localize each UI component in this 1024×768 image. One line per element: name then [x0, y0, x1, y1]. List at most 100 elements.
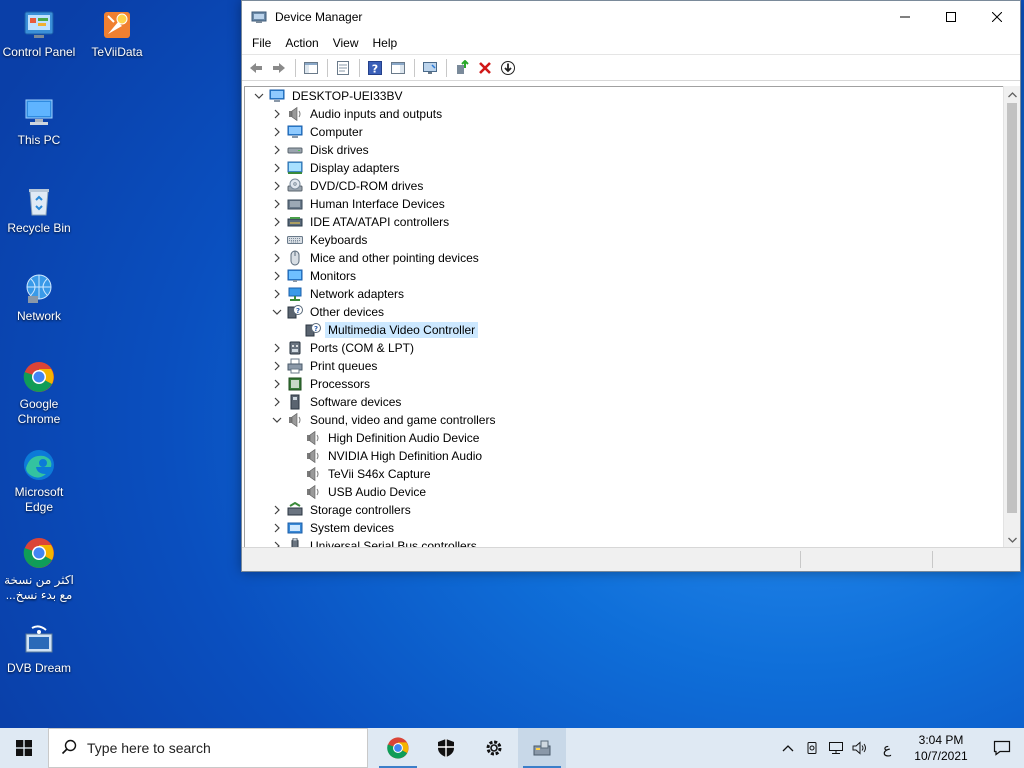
desktop-icon-teviidata[interactable]: TeViiData: [79, 8, 155, 60]
taskbar-chrome-button[interactable]: [374, 728, 422, 768]
tree-expander[interactable]: [269, 177, 285, 195]
chevron-right-icon: [274, 181, 280, 191]
tree-category-network-adapters[interactable]: Network adapters: [269, 285, 407, 303]
tree-item-label: USB Audio Device: [328, 485, 427, 499]
taskbar-search-box[interactable]: Type here to search: [48, 728, 368, 768]
search-placeholder: Type here to search: [87, 740, 211, 756]
properties-button[interactable]: [332, 57, 354, 79]
tree-root-computer[interactable]: DESKTOP-UEI33BV: [251, 87, 405, 105]
forward-button[interactable]: [268, 57, 290, 79]
monitor-scan-icon: [423, 61, 437, 74]
close-button[interactable]: [974, 1, 1020, 32]
taskbar-device-manager-button[interactable]: [518, 728, 566, 768]
back-button[interactable]: [245, 57, 267, 79]
taskbar-clock[interactable]: 3:04 PM 10/7/2021: [902, 732, 980, 764]
tray-volume-button[interactable]: [848, 728, 872, 768]
tray-usb-device-button[interactable]: [800, 728, 824, 768]
help-button[interactable]: ?: [364, 57, 386, 79]
tray-network-button[interactable]: [824, 728, 848, 768]
tree-device-nvidia-high-definition-audio[interactable]: NVIDIA High Definition Audio: [303, 447, 485, 465]
tree-expander[interactable]: [269, 249, 285, 267]
menu-view[interactable]: View: [326, 36, 366, 50]
storage-controller-icon: [287, 501, 303, 518]
vertical-scrollbar[interactable]: [1003, 86, 1020, 548]
tree-item-label: TeVii S46x Capture: [328, 467, 431, 481]
computer-icon: [269, 88, 285, 104]
menu-action[interactable]: Action: [278, 36, 325, 50]
taskbar-security-button[interactable]: [422, 728, 470, 768]
tree-expander[interactable]: [269, 141, 285, 159]
tree-expander[interactable]: [269, 393, 285, 411]
scroll-down-button[interactable]: [1004, 531, 1020, 548]
start-button[interactable]: [0, 728, 48, 768]
tree-category-dvd-cd-rom-drives[interactable]: DVD/CD-ROM drives: [269, 177, 426, 195]
uninstall-device-button[interactable]: [474, 57, 496, 79]
maximize-button[interactable]: [928, 1, 974, 32]
windows-logo-icon: [16, 740, 32, 756]
desktop-icon-network[interactable]: Network: [1, 272, 77, 324]
tree-device-usb-audio-device[interactable]: USB Audio Device: [303, 483, 429, 501]
tree-category-ports-com-lpt[interactable]: Ports (COM & LPT): [269, 339, 417, 357]
tree-category-other-devices[interactable]: ? Other devices: [269, 303, 387, 321]
menu-file[interactable]: File: [245, 36, 278, 50]
device-manager-app-icon: [251, 9, 267, 25]
tree-expander[interactable]: [269, 375, 285, 393]
taskbar-settings-button[interactable]: [470, 728, 518, 768]
desktop-icon-microsoft-edge[interactable]: Microsoft Edge: [1, 448, 77, 515]
tree-category-ide-ata-atapi-controllers[interactable]: IDE ATA/ATAPI controllers: [269, 213, 452, 231]
tree-expander[interactable]: [269, 411, 285, 429]
tree-expander[interactable]: [269, 357, 285, 375]
tree-expander[interactable]: [269, 519, 285, 537]
update-driver-button[interactable]: [451, 57, 473, 79]
tree-device-high-definition-audio-device[interactable]: High Definition Audio Device: [303, 429, 482, 447]
tree-category-system-devices[interactable]: System devices: [269, 519, 397, 537]
tree-category-audio-inputs-and-outputs[interactable]: Audio inputs and outputs: [269, 105, 445, 123]
tree-expander[interactable]: [269, 339, 285, 357]
scroll-up-button[interactable]: [1004, 86, 1020, 103]
tree-expander[interactable]: [269, 285, 285, 303]
disable-device-button[interactable]: [497, 57, 519, 79]
chevron-up-icon: [1007, 91, 1017, 97]
desktop-icon-chrome-shortcut[interactable]: اكثر من نسخة مع بدء نسخ...: [1, 536, 77, 603]
tree-expander[interactable]: [269, 267, 285, 285]
tree-expander[interactable]: [269, 123, 285, 141]
tree-device-tevii-s46x-capture[interactable]: TeVii S46x Capture: [303, 465, 434, 483]
desktop-icon-this-pc[interactable]: This PC: [1, 96, 77, 148]
tree-expander[interactable]: [269, 303, 285, 321]
tree-expander[interactable]: [269, 231, 285, 249]
tree-expander[interactable]: [269, 213, 285, 231]
tree-category-display-adapters[interactable]: Display adapters: [269, 159, 402, 177]
input-language-indicator[interactable]: ع: [872, 728, 902, 768]
tree-category-disk-drives[interactable]: Disk drives: [269, 141, 372, 159]
menu-help[interactable]: Help: [366, 36, 405, 50]
tree-category-mice-and-other-pointing-devices[interactable]: Mice and other pointing devices: [269, 249, 482, 267]
system-tray: ع 3:04 PM 10/7/2021: [776, 728, 1024, 768]
tree-expander[interactable]: [269, 105, 285, 123]
tree-expander[interactable]: [269, 195, 285, 213]
title-bar[interactable]: Device Manager: [242, 1, 1020, 32]
desktop-icon-dvb-dream[interactable]: DVB Dream: [1, 624, 77, 676]
tree-category-print-queues[interactable]: Print queues: [269, 357, 380, 375]
action-pane-button[interactable]: [387, 57, 409, 79]
desktop-icon-control-panel[interactable]: Control Panel: [1, 8, 77, 60]
desktop-icon-recycle-bin[interactable]: Recycle Bin: [1, 184, 77, 236]
action-center-button[interactable]: [980, 728, 1024, 768]
tree-expander[interactable]: [269, 501, 285, 519]
tree-category-processors[interactable]: Processors: [269, 375, 373, 393]
tree-category-human-interface-devices[interactable]: Human Interface Devices: [269, 195, 448, 213]
tree-expander[interactable]: [269, 159, 285, 177]
tree-category-monitors[interactable]: Monitors: [269, 267, 359, 285]
tree-device-multimedia-video-controller[interactable]: ? Multimedia Video Controller: [303, 321, 479, 339]
tree-category-software-devices[interactable]: Software devices: [269, 393, 404, 411]
tree-category-computer[interactable]: Computer: [269, 123, 366, 141]
tree-category-keyboards[interactable]: Keyboards: [269, 231, 370, 249]
desktop-icon-google-chrome[interactable]: Google Chrome: [1, 360, 77, 427]
minimize-button[interactable]: [882, 1, 928, 32]
scan-hardware-changes-button[interactable]: [419, 57, 441, 79]
tree-category-sound-video-and-game-controllers[interactable]: Sound, video and game controllers: [269, 411, 498, 429]
tree-category-storage-controllers[interactable]: Storage controllers: [269, 501, 414, 519]
show-hidden-icons-button[interactable]: [776, 728, 800, 768]
scroll-thumb[interactable]: [1007, 103, 1017, 513]
show-hide-console-tree-button[interactable]: [300, 57, 322, 79]
tree-expander[interactable]: [251, 87, 267, 105]
